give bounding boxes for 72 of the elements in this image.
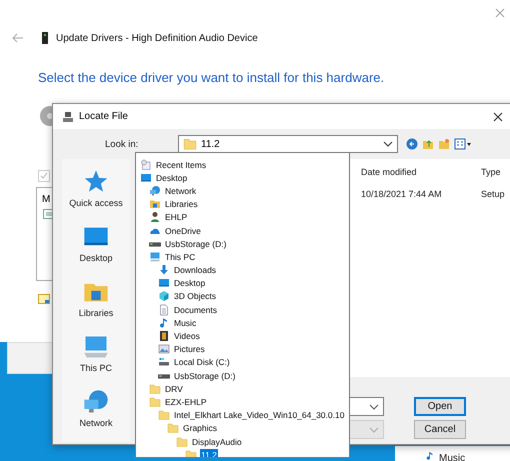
close-icon[interactable] xyxy=(493,112,503,122)
column-header[interactable]: Type xyxy=(481,167,510,177)
cancel-button[interactable]: Cancel xyxy=(414,420,466,439)
dropdown-item[interactable]: EZX-EHLP xyxy=(164,396,208,408)
dropdown-value: 11.2 xyxy=(201,138,221,150)
back-arrow-icon[interactable] xyxy=(12,33,24,43)
recent-items-icon xyxy=(140,158,152,171)
dropdown-item[interactable]: DisplayAudio xyxy=(191,436,243,448)
dropdown-item[interactable]: Music xyxy=(173,316,198,329)
back-icon[interactable] xyxy=(406,138,418,150)
document-icon xyxy=(158,304,170,316)
column-header[interactable]: Date modified xyxy=(361,167,481,177)
dropdown-item[interactable]: Pictures xyxy=(173,343,206,356)
places-item[interactable]: Network xyxy=(78,387,114,429)
new-folder-icon[interactable] xyxy=(438,138,450,150)
dropdown-item[interactable]: UsbStorage (D:) xyxy=(164,238,228,250)
caret-icon xyxy=(383,141,393,147)
places-item[interactable]: Libraries xyxy=(78,277,114,319)
window-title: Update Drivers - High Definition Audio Device xyxy=(56,32,258,44)
folder-label: Music xyxy=(439,452,466,461)
network-icon xyxy=(149,184,161,197)
open-button[interactable]: Open xyxy=(414,397,466,416)
checkmark-icon xyxy=(39,171,49,181)
dropdown-item[interactable]: 3D Objects xyxy=(173,290,218,302)
picture-icon xyxy=(158,343,170,356)
drive-icon xyxy=(158,374,170,379)
field-label: Look in: xyxy=(104,138,140,150)
folder-icon xyxy=(158,409,170,422)
dropdown-item[interactable]: Graphics xyxy=(182,422,218,434)
cube-icon xyxy=(158,290,170,302)
dropdown-item[interactable]: UsbStorage (D:) xyxy=(173,370,236,382)
drive-icon xyxy=(149,242,161,247)
caret-icon xyxy=(369,426,379,432)
disk-drive-icon xyxy=(158,356,170,368)
dropdown-item[interactable]: Libraries xyxy=(164,198,199,210)
dropdown-item[interactable]: Local Disk (C:) xyxy=(173,356,231,368)
dropdown-item[interactable]: OneDrive xyxy=(164,224,202,237)
look-in-dropdown[interactable]: 11.2 xyxy=(178,135,398,153)
dropdown-item[interactable]: Documents xyxy=(173,304,218,316)
music-note-icon xyxy=(158,316,170,329)
places-item[interactable]: Quick access xyxy=(68,167,124,209)
dropdown-item[interactable]: Desktop xyxy=(155,172,188,184)
dropdown-item[interactable]: Recent Items xyxy=(155,158,208,171)
folder-icon xyxy=(149,396,161,408)
library-folder-icon xyxy=(149,198,161,210)
view-menu-icon[interactable] xyxy=(454,138,472,150)
dropdown-item[interactable]: Downloads xyxy=(173,264,218,276)
places-item[interactable]: This PC xyxy=(78,332,113,374)
table-cell-text: Setup xyxy=(481,189,506,199)
film-icon xyxy=(158,330,170,342)
places-item[interactable]: Desktop xyxy=(78,222,114,264)
dropdown-item[interactable]: Network xyxy=(164,184,198,197)
dropdown-item[interactable]: DRV xyxy=(164,382,184,395)
monitor-icon xyxy=(158,277,170,290)
folder-icon xyxy=(167,422,179,434)
dialog-title: Locate File xyxy=(79,111,129,122)
dropdown-item[interactable]: Intel_Elkhart Lake_Video_Win10_64_30.0.10 xyxy=(173,409,346,422)
dropdown-item[interactable]: Videos xyxy=(173,330,201,342)
music-note-icon xyxy=(425,450,435,461)
dropdown-item[interactable]: This PC xyxy=(164,250,196,263)
dropdown-item[interactable]: Desktop xyxy=(173,277,206,290)
folder-icon xyxy=(149,382,161,395)
person-icon xyxy=(149,211,161,224)
up-folder-icon[interactable] xyxy=(422,138,434,150)
caret-icon xyxy=(369,404,379,410)
monitor-icon xyxy=(140,172,152,184)
table-cell-text: 10/18/2021 7:44 AM xyxy=(361,189,443,199)
computer-icon xyxy=(149,250,161,263)
device-icon xyxy=(42,32,48,44)
instruction-heading: Select the device driver you want to install for this hardware. xyxy=(37,69,386,85)
down-arrow-icon xyxy=(158,264,170,276)
dropdown-item[interactable]: EHLP xyxy=(164,211,188,224)
